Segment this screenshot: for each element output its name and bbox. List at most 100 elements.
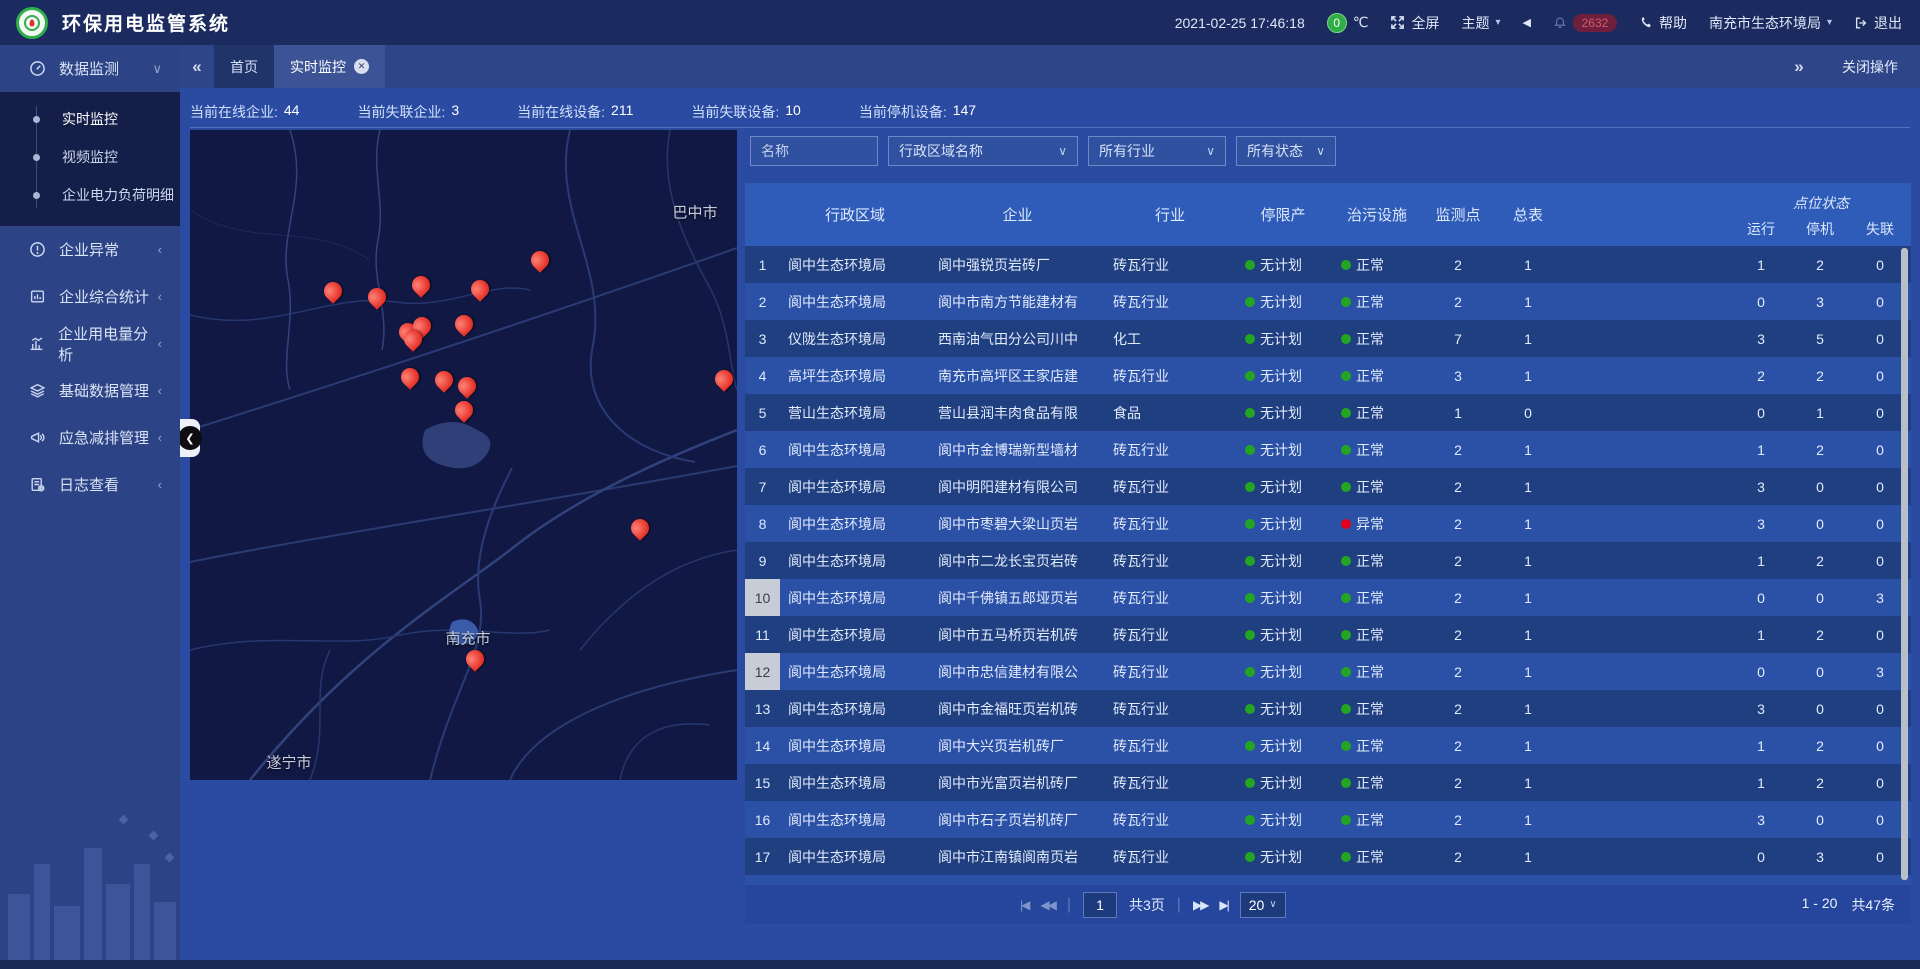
cell-meters: 1 [1493,727,1563,764]
table-row[interactable]: 16阆中生态环境局阆中市石子页岩机砖厂砖瓦行业无计划正常21300 [745,801,1911,838]
close-actions-menu[interactable]: 关闭操作 [1842,57,1898,77]
cell-industry: 砖瓦行业 [1105,801,1235,838]
cell-stopped: 3 [1791,838,1849,875]
row-number: 7 [745,468,780,505]
table-row[interactable]: 15阆中生态环境局阆中市光富页岩机砖厂砖瓦行业无计划正常21120 [745,764,1911,801]
table-scrollbar[interactable] [1901,248,1908,880]
sidebar-item-0[interactable]: 数据监测∨ [0,45,180,92]
sidebar-item-2[interactable]: 企业综合统计‹ [0,273,180,320]
close-icon[interactable]: ✕ [354,59,369,74]
notifications[interactable]: 2632 [1553,14,1617,32]
row-number: 8 [745,505,780,542]
table-row[interactable]: 13阆中生态环境局阆中市金福旺页岩机砖砖瓦行业无计划正常21300 [745,690,1911,727]
table-row[interactable]: 9阆中生态环境局阆中市二龙长宝页岩砖砖瓦行业无计划正常21120 [745,542,1911,579]
fullscreen-icon [1390,15,1405,30]
tabs-scroll-left-icon[interactable]: « [180,45,214,88]
tab-0[interactable]: 首页 [214,45,274,88]
sidebar-subitem-0-0[interactable]: 实时监控 [0,100,180,138]
table-row[interactable]: 10阆中生态环境局阆中千佛镇五郎垭页岩砖瓦行业无计划正常21003 [745,579,1911,616]
sidebar-subitem-0-1[interactable]: 视频监控 [0,138,180,176]
cell-facility: 正常 [1331,727,1423,764]
status-dot-icon [1341,408,1351,418]
stat-value: 3 [451,102,459,122]
table-row[interactable]: 12阆中生态环境局阆中市忠信建材有限公砖瓦行业无计划正常21003 [745,653,1911,690]
table-row[interactable]: 1阆中生态环境局阆中强锐页岩砖厂砖瓦行业无计划正常21120 [745,246,1911,283]
sidebar-item-5[interactable]: 应急减排管理‹ [0,414,180,461]
logout-button[interactable]: 退出 [1854,13,1902,33]
table-row[interactable]: 8阆中生态环境局阆中市枣碧大梁山页岩砖瓦行业无计划异常21300 [745,505,1911,542]
datetime: 2021-02-25 17:46:18 [1175,15,1305,31]
cell-facility: 正常 [1331,357,1423,394]
sidebar-item-3[interactable]: 企业用电量分析‹ [0,320,180,367]
industry-select[interactable]: 所有行业 ∨ [1088,136,1226,166]
map-collapse-handle[interactable]: ❮ [180,419,200,457]
cell-region: 阆中生态环境局 [780,246,930,283]
cell-region: 阆中生态环境局 [780,505,930,542]
cell-industry: 砖瓦行业 [1105,579,1235,616]
cell-region: 阆中生态环境局 [780,283,930,320]
stats-bar: 当前在线企业:44当前失联企业:3当前在线设备:211当前失联设备:10当前停机… [190,96,1910,128]
column-region: 行政区域 [780,183,930,246]
table-row[interactable]: 2阆中生态环境局阆中市南方节能建材有砖瓦行业无计划正常21030 [745,283,1911,320]
sidebar-item-label: 数据监测 [59,58,119,79]
cell-facility: 正常 [1331,653,1423,690]
sidebar-item-1[interactable]: 企业异常‹ [0,226,180,273]
table-row[interactable]: 4高坪生态环境局南充市高坪区王家店建砖瓦行业无计划正常31220 [745,357,1911,394]
table-row[interactable]: 5营山生态环境局营山县润丰肉食品有限食品无计划正常10010 [745,394,1911,431]
cell-points: 1 [1423,394,1493,431]
status-text: 正常 [1356,699,1384,719]
sidebar-item-4[interactable]: 基础数据管理‹ [0,367,180,414]
stat-value: 44 [284,102,300,122]
first-page-icon[interactable]: |◀ [1020,898,1028,912]
map-city-label: 遂宁市 [266,752,311,773]
sidebar-item-6[interactable]: 日志查看‹ [0,461,180,508]
sidebar-subitem-0-2[interactable]: 企业电力负荷明细 [0,176,180,214]
status-dot-icon [1341,371,1351,381]
page-size-select[interactable]: 20 ∨ [1240,892,1286,918]
temperature-unit: ℃ [1353,14,1369,31]
table-row[interactable]: 6阆中生态环境局阆中市金博瑞新型墙材砖瓦行业无计划正常21120 [745,431,1911,468]
map-panel[interactable]: 巴中市南充市遂宁市 [190,130,737,780]
status-dot-icon [1245,519,1255,529]
help-button[interactable]: 帮助 [1639,13,1687,33]
status-text: 正常 [1356,847,1384,867]
fullscreen-button[interactable]: 全屏 [1390,13,1439,33]
cell-stopped: 3 [1791,283,1849,320]
next-page-icon[interactable]: ▶▶ [1193,898,1207,912]
status-dot-icon [1341,297,1351,307]
last-page-icon[interactable]: ▶| [1219,898,1227,912]
prev-page-icon[interactable]: ◀◀ [1040,898,1054,912]
mute-button[interactable]: ◀ [1523,16,1531,29]
table-row[interactable]: 7阆中生态环境局阆中明阳建材有限公司砖瓦行业无计划正常21300 [745,468,1911,505]
table-row[interactable]: 18南部生态环境局南部县砚化水泥有限公建材加工无计划正常60060 [745,875,1911,884]
table-row[interactable]: 14阆中生态环境局阆中大兴页岩机砖厂砖瓦行业无计划正常21120 [745,727,1911,764]
table-row[interactable]: 11阆中生态环境局阆中市五马桥页岩机砖砖瓦行业无计划正常21120 [745,616,1911,653]
cell-production: 无计划 [1235,246,1331,283]
cell-spacer [1563,468,1731,505]
status-text: 无计划 [1260,329,1302,349]
page-number-input[interactable]: 1 [1083,892,1117,918]
cell-company: 阆中千佛镇五郎垭页岩 [930,579,1105,616]
cell-stopped: 0 [1791,653,1849,690]
cell-stopped: 2 [1791,357,1849,394]
org-menu[interactable]: 南充市生态环境局 ▾ [1709,13,1832,33]
name-search-input[interactable] [750,136,878,166]
tab-1[interactable]: 实时监控✕ [274,45,385,88]
region-select[interactable]: 行政区域名称 ∨ [888,136,1078,166]
table-row[interactable]: 17阆中生态环境局阆中市江南镇阆南页岩砖瓦行业无计划正常21030 [745,838,1911,875]
cell-stopped: 1 [1791,394,1849,431]
cell-meters: 1 [1493,357,1563,394]
column-facility: 治污设施 [1331,183,1423,246]
table-row[interactable]: 3仪陇生态环境局西南油气田分公司川中化工无计划正常71350 [745,320,1911,357]
stat-item: 当前停机设备:147 [859,102,976,122]
cell-industry: 砖瓦行业 [1105,542,1235,579]
cell-industry: 食品 [1105,394,1235,431]
cell-region: 阆中生态环境局 [780,727,930,764]
theme-menu[interactable]: 主题 ▾ [1461,13,1500,33]
cell-facility: 正常 [1331,542,1423,579]
pagination-bar: |◀ ◀◀ | 1 共3页 | ▶▶ ▶| 20 ∨ 1 - 20 共47条 [745,884,1911,924]
cell-region: 营山生态环境局 [780,394,930,431]
status-select[interactable]: 所有状态 ∨ [1236,136,1336,166]
tabs-scroll-right-icon[interactable]: » [1782,57,1816,77]
cell-points: 2 [1423,727,1493,764]
